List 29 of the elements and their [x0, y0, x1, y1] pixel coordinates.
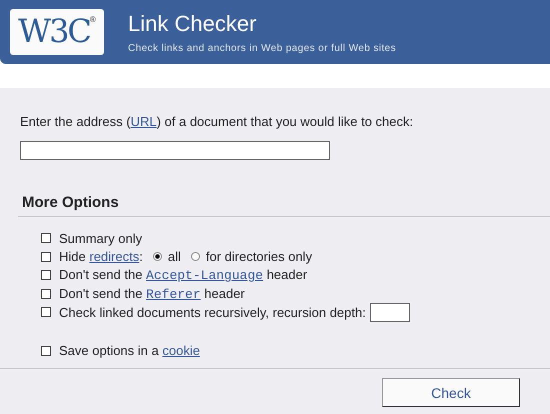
- option-label: Don't send the Accept-Language header: [59, 267, 308, 284]
- page-subtitle: Check links and anchors in Web pages or full Web sites: [128, 42, 396, 54]
- url-prompt: Enter the address (URL) of a document that you would like to check:: [20, 114, 414, 129]
- option-label: Summary only: [59, 230, 142, 246]
- depth-field[interactable]: [370, 302, 410, 322]
- section-heading: More Options: [22, 194, 119, 211]
- checkbox[interactable]: [41, 233, 51, 244]
- checkbox[interactable]: [41, 288, 51, 299]
- url-link[interactable]: URL: [130, 114, 157, 129]
- option-label: Hide redirects:: [59, 249, 143, 264]
- checkbox[interactable]: [41, 252, 51, 262]
- option-label: Don't send the Referer header: [59, 286, 245, 302]
- header-link[interactable]: Accept-Language: [146, 268, 264, 284]
- radio-button[interactable]: [152, 252, 162, 262]
- check-button[interactable]: Check: [382, 378, 520, 407]
- option-link[interactable]: cookie: [162, 343, 200, 358]
- header-link[interactable]: Referer: [146, 286, 201, 302]
- logo: W3C®: [10, 9, 104, 55]
- checkbox[interactable]: [41, 307, 51, 318]
- option-label: Check linked documents recursively, recursion depth:: [59, 304, 366, 320]
- page-title: Link Checker: [128, 10, 258, 36]
- radio-button[interactable]: [190, 252, 200, 262]
- checkbox[interactable]: [41, 270, 51, 280]
- radio-label: all: [168, 249, 181, 264]
- option-link[interactable]: redirects: [89, 249, 140, 264]
- option-label: Save options in a cookie: [59, 343, 200, 358]
- url-field[interactable]: [20, 141, 330, 160]
- radio-label: for directories only: [206, 249, 312, 264]
- checkbox[interactable]: [41, 346, 51, 356]
